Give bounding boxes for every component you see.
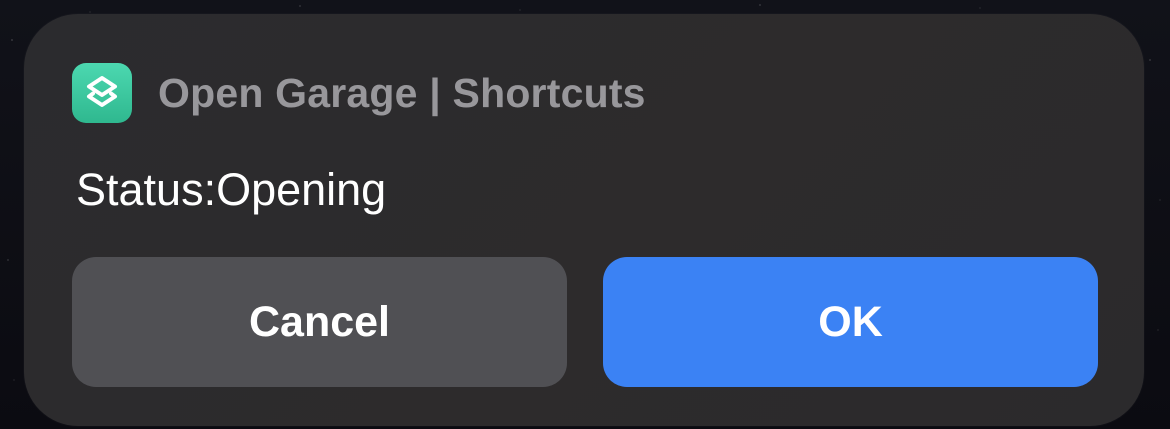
- cancel-button[interactable]: Cancel: [72, 257, 567, 387]
- status-message: Status:Opening: [76, 164, 387, 215]
- dialog-header: Open Garage | Shortcuts: [72, 63, 646, 123]
- ok-button[interactable]: OK: [603, 257, 1098, 387]
- app-title: Open Garage | Shortcuts: [158, 69, 646, 116]
- alert-dialog: Open Garage | Shortcuts Status:Opening C…: [24, 14, 1144, 426]
- shortcuts-icon: [72, 63, 132, 123]
